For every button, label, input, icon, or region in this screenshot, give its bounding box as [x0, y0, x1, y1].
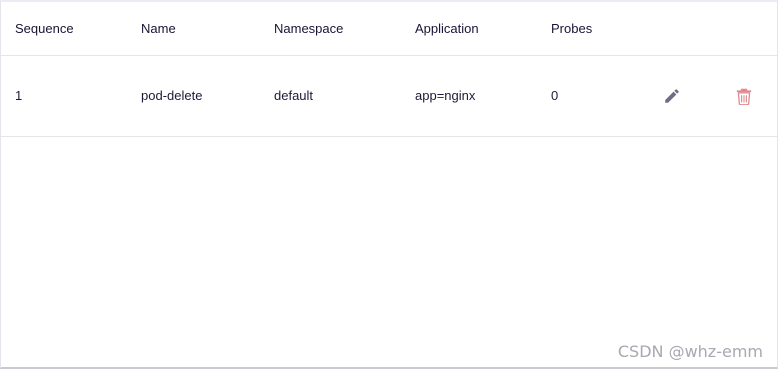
trash-icon [736, 88, 752, 105]
watermark: CSDN @whz-emm [617, 342, 763, 361]
cell-name: pod-delete [141, 88, 203, 103]
cell-sequence: 1 [15, 88, 23, 103]
delete-button[interactable] [734, 86, 754, 106]
cell-namespace: default [274, 88, 314, 103]
header-sequence: Sequence [15, 21, 74, 36]
header-application: Application [415, 21, 479, 36]
pencil-icon [665, 89, 679, 103]
header-name: Name [141, 21, 176, 36]
fault-table-panel: Sequence Name Namespace Application Prob… [0, 0, 778, 369]
table-header-row: Sequence Name Namespace Application Prob… [1, 2, 777, 56]
cell-application: app=nginx [415, 88, 476, 103]
edit-button[interactable] [662, 86, 682, 106]
header-probes: Probes [551, 21, 593, 36]
header-namespace: Namespace [274, 21, 344, 36]
table-row: 1 pod-delete default app=nginx 0 [1, 55, 777, 137]
cell-probes: 0 [551, 88, 559, 103]
